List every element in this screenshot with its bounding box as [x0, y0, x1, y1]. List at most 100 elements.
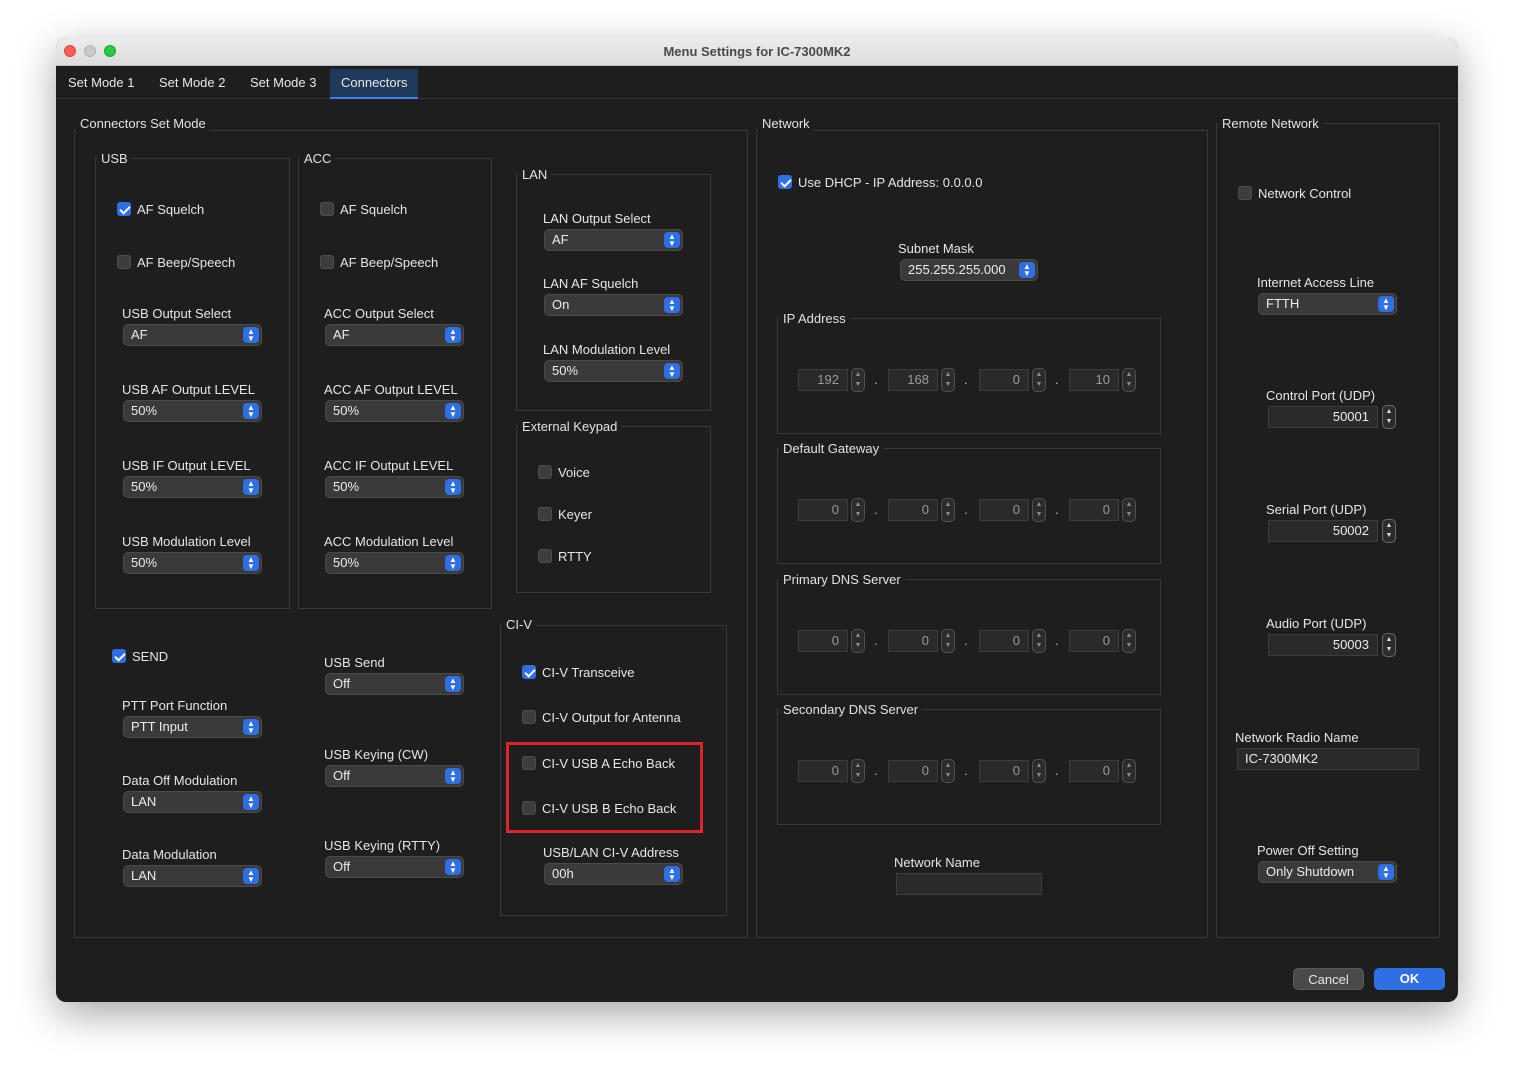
gateway-octet-4-stepper[interactable]: ▲ ▼	[1122, 498, 1136, 522]
serial-port-stepper[interactable]: ▲ ▼	[1382, 519, 1396, 543]
acc-output-select-value: AF	[333, 327, 350, 342]
civ-usb-b-echo-checkbox[interactable]	[522, 801, 536, 815]
audio-port-stepper[interactable]: ▲ ▼	[1382, 633, 1396, 657]
tab-connectors[interactable]: Connectors	[330, 69, 419, 99]
lan-af-squelch-label: LAN AF Squelch	[543, 276, 639, 291]
acc-af-squelch-checkbox[interactable]	[320, 202, 334, 216]
primary-dns-octet-2-stepper[interactable]: ▲ ▼	[941, 629, 955, 653]
keypad-keyer-checkbox[interactable]	[538, 507, 552, 521]
network-radio-name-field[interactable]: IC-7300MK2	[1237, 748, 1419, 770]
ip-octet-3-stepper[interactable]: ▲ ▼	[1032, 368, 1046, 392]
ip-octet-1-stepper[interactable]: ▲ ▼	[851, 368, 865, 392]
data-off-modulation-label: Data Off Modulation	[122, 773, 238, 788]
power-off-setting-popup[interactable]: Only Shutdown ▲ ▼	[1258, 861, 1397, 883]
internet-access-line-popup[interactable]: FTTH ▲ ▼	[1258, 293, 1397, 315]
acc-af-output-level-label: ACC AF Output LEVEL	[324, 382, 458, 397]
data-modulation-popup[interactable]: LAN ▲ ▼	[123, 865, 262, 887]
control-port-field[interactable]: 50001	[1268, 406, 1378, 428]
tab-set-mode-3[interactable]: Set Mode 3	[239, 69, 328, 99]
keypad-voice-checkbox[interactable]	[538, 465, 552, 479]
network-name-field[interactable]	[896, 873, 1042, 895]
civ-address-popup[interactable]: 00h ▲ ▼	[544, 863, 683, 885]
audio-port-field[interactable]: 50003	[1268, 634, 1378, 656]
primary-dns-octet-4-field[interactable]: 0	[1069, 630, 1119, 652]
usb-send-value: Off	[333, 676, 351, 691]
control-port-stepper[interactable]: ▲ ▼	[1382, 405, 1396, 429]
gateway-octet-3-stepper[interactable]: ▲ ▼	[1032, 498, 1046, 522]
gateway-octet-3-field[interactable]: 0	[979, 499, 1029, 521]
network-control-checkbox[interactable]	[1238, 186, 1252, 200]
chevron-up-down-icon: ▲ ▼	[664, 866, 680, 882]
lan-af-squelch-popup[interactable]: On ▲ ▼	[544, 294, 683, 316]
civ-transceive-checkbox[interactable]	[522, 665, 536, 679]
ip-octet-2-field[interactable]: 168	[888, 369, 938, 391]
primary-dns-octet-2-field[interactable]: 0	[888, 630, 938, 652]
usb-af-beep-checkbox[interactable]	[117, 255, 131, 269]
usb-keying-rtty-popup[interactable]: Off ▲ ▼	[325, 856, 464, 878]
secondary-dns-octet-1-field[interactable]: 0	[798, 760, 848, 782]
acc-if-output-level-popup[interactable]: 50% ▲ ▼	[325, 476, 464, 498]
ip-octet-1-field[interactable]: 192	[798, 369, 848, 391]
ip-octet-4-field[interactable]: 10	[1069, 369, 1119, 391]
data-off-modulation-popup[interactable]: LAN ▲ ▼	[123, 791, 262, 813]
subnet-mask-popup[interactable]: 255.255.255.000 ▲ ▼	[900, 259, 1038, 281]
lan-modulation-level-popup[interactable]: 50% ▲ ▼	[544, 360, 683, 382]
ok-button[interactable]: OK	[1374, 968, 1445, 990]
secondary-dns-octet-4-stepper[interactable]: ▲ ▼	[1122, 759, 1136, 783]
usb-af-squelch-checkbox[interactable]	[117, 202, 131, 216]
civ-usb-a-echo-checkbox[interactable]	[522, 756, 536, 770]
acc-output-select-popup[interactable]: AF ▲ ▼	[325, 324, 464, 346]
usb-af-output-level-popup[interactable]: 50% ▲ ▼	[123, 400, 262, 422]
usb-af-output-level-value: 50%	[131, 403, 158, 418]
usb-output-select-popup[interactable]: AF ▲ ▼	[123, 324, 262, 346]
civ-output-antenna-label: CI-V Output for Antenna	[542, 710, 681, 725]
secondary-dns-dot-separator: .	[874, 763, 878, 778]
lan-output-select-popup[interactable]: AF ▲ ▼	[544, 229, 683, 251]
serial-port-field[interactable]: 50002	[1268, 520, 1378, 542]
ip-octet-3-field[interactable]: 0	[979, 369, 1029, 391]
use-dhcp-checkbox[interactable]	[778, 175, 792, 189]
acc-af-output-level-popup[interactable]: 50% ▲ ▼	[325, 400, 464, 422]
gateway-octet-2-stepper[interactable]: ▲ ▼	[941, 498, 955, 522]
secondary-dns-octet-4-field[interactable]: 0	[1069, 760, 1119, 782]
keypad-rtty-checkbox[interactable]	[538, 549, 552, 563]
civ-address-value: 00h	[552, 866, 574, 881]
acc-af-beep-checkbox[interactable]	[320, 255, 334, 269]
tab-set-mode-2[interactable]: Set Mode 2	[148, 69, 237, 99]
gateway-octet-1-field[interactable]: 0	[798, 499, 848, 521]
civ-output-antenna-checkbox[interactable]	[522, 710, 536, 724]
acc-af-output-level-value: 50%	[333, 403, 360, 418]
usb-keying-cw-popup[interactable]: Off ▲ ▼	[325, 765, 464, 787]
use-dhcp-label: Use DHCP - IP Address: 0.0.0.0	[798, 175, 983, 190]
data-modulation-label: Data Modulation	[122, 847, 217, 862]
usb-af-beep-label: AF Beep/Speech	[137, 255, 236, 270]
primary-dns-octet-1-stepper[interactable]: ▲ ▼	[851, 629, 865, 653]
cancel-button[interactable]: Cancel	[1293, 968, 1364, 990]
secondary-dns-octet-3-field[interactable]: 0	[979, 760, 1029, 782]
ip-octet-2-stepper[interactable]: ▲ ▼	[941, 368, 955, 392]
secondary-dns-octet-1-stepper[interactable]: ▲ ▼	[851, 759, 865, 783]
ip-octet-4-stepper[interactable]: ▲ ▼	[1122, 368, 1136, 392]
tab-set-mode-1[interactable]: Set Mode 1	[57, 69, 146, 99]
primary-dns-octet-4-stepper[interactable]: ▲ ▼	[1122, 629, 1136, 653]
secondary-dns-octet-2-stepper[interactable]: ▲ ▼	[941, 759, 955, 783]
gateway-octet-4-field[interactable]: 0	[1069, 499, 1119, 521]
lan-modulation-level-value: 50%	[552, 363, 579, 378]
primary-dns-octet-3-field[interactable]: 0	[979, 630, 1029, 652]
gateway-octet-2-field[interactable]: 0	[888, 499, 938, 521]
usb-modulation-level-popup[interactable]: 50% ▲ ▼	[123, 552, 262, 574]
chevron-up-down-icon: ▲ ▼	[1378, 296, 1394, 312]
gateway-octet-1-stepper[interactable]: ▲ ▼	[851, 498, 865, 522]
send-checkbox[interactable]	[112, 649, 126, 663]
primary-dns-octet-1-field[interactable]: 0	[798, 630, 848, 652]
ptt-port-function-popup[interactable]: PTT Input ▲ ▼	[123, 716, 262, 738]
acc-modulation-level-popup[interactable]: 50% ▲ ▼	[325, 552, 464, 574]
network-name-label: Network Name	[894, 855, 980, 870]
audio-port-label: Audio Port (UDP)	[1266, 616, 1367, 631]
usb-keying-rtty-value: Off	[333, 859, 351, 874]
secondary-dns-octet-3-stepper[interactable]: ▲ ▼	[1032, 759, 1046, 783]
usb-send-popup[interactable]: Off ▲ ▼	[325, 673, 464, 695]
secondary-dns-octet-2-field[interactable]: 0	[888, 760, 938, 782]
primary-dns-octet-3-stepper[interactable]: ▲ ▼	[1032, 629, 1046, 653]
usb-if-output-level-popup[interactable]: 50% ▲ ▼	[123, 476, 262, 498]
